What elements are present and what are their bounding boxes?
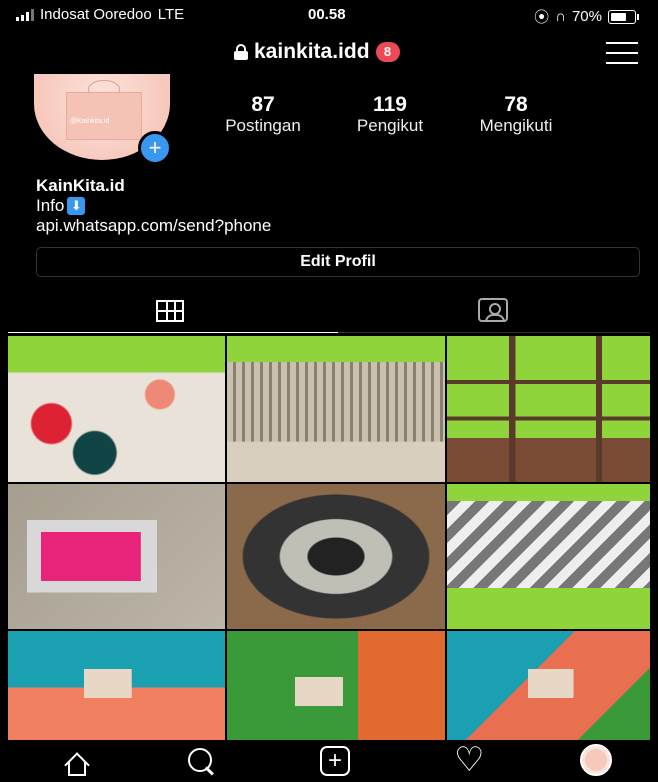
edit-profile-button[interactable]: Edit Profil: [36, 247, 640, 277]
nav-home[interactable]: [54, 744, 98, 778]
network-type: LTE: [157, 6, 185, 23]
stat-followers-label: Pengikut: [356, 116, 424, 135]
gift-box-graphic: [66, 92, 142, 140]
carrier-info: Indosat Ooredoo LTE: [16, 6, 184, 23]
stat-following[interactable]: 78 Mengikuti: [462, 94, 570, 136]
stat-posts-label: Postingan: [225, 116, 301, 135]
post-thumbnail[interactable]: [227, 336, 445, 482]
bio: KainKita.id Info ⬇ api.whatsapp.com/send…: [36, 176, 271, 236]
down-arrow-icon: ⬇: [67, 197, 86, 215]
bio-info-text: Info: [36, 196, 65, 215]
status-bar: Indosat Ooredoo LTE 00.58 ⦿ ∩ 70%: [8, 0, 650, 30]
headphones-icon: ∩: [555, 8, 566, 25]
profile-icon[interactable]: [576, 744, 620, 778]
avatar[interactable]: @Kainkita.id +: [34, 74, 174, 165]
post-thumbnail[interactable]: [447, 631, 650, 740]
stat-posts[interactable]: 87 Postingan: [210, 94, 316, 136]
post-thumbnail[interactable]: [8, 484, 225, 629]
rotation-lock-icon: ⦿: [534, 9, 550, 26]
stat-following-label: Mengikuti: [479, 116, 553, 135]
heart-icon[interactable]: [448, 740, 492, 780]
post-thumbnail[interactable]: [8, 336, 225, 482]
stat-posts-count: 87: [251, 93, 275, 116]
battery-percent: 70%: [571, 8, 602, 25]
bottom-nav: [8, 740, 650, 782]
bio-link[interactable]: api.whatsapp.com/send?phone: [36, 216, 271, 236]
profile-header: kainkita.idd 8: [8, 38, 650, 70]
stat-followers-count: 119: [373, 93, 407, 116]
username: kainkita.idd: [254, 40, 370, 63]
post-thumbnail[interactable]: [227, 631, 445, 740]
display-name: KainKita.id: [36, 176, 125, 195]
add-story-plus-icon[interactable]: +: [138, 131, 172, 165]
notification-badge: 8: [375, 42, 400, 62]
grid-icon: [156, 300, 184, 322]
hamburger-menu-icon[interactable]: [606, 42, 638, 64]
post-thumbnail[interactable]: [227, 484, 445, 629]
account-switcher[interactable]: kainkita.idd 8: [234, 40, 400, 64]
app-screen: Indosat Ooredoo LTE 00.58 ⦿ ∩ 70% kainki…: [8, 0, 650, 782]
search-icon[interactable]: [180, 744, 224, 778]
stat-followers[interactable]: 119 Pengikut: [340, 94, 440, 136]
clock: 00.58: [308, 6, 346, 23]
posts-grid: [8, 336, 650, 740]
post-thumbnail[interactable]: [8, 631, 225, 740]
carrier-name: Indosat Ooredoo: [40, 6, 152, 23]
status-right: ⦿ ∩ 70%: [534, 6, 639, 27]
tagged-icon: [478, 298, 508, 322]
stat-following-count: 78: [504, 93, 528, 116]
bio-info: Info ⬇: [36, 196, 271, 216]
add-icon[interactable]: [312, 744, 356, 778]
lock-icon: [234, 44, 248, 60]
home-icon: [64, 752, 90, 776]
avatar-brand-text: @Kainkita.id: [70, 118, 110, 125]
tab-grid[interactable]: [8, 294, 338, 333]
post-thumbnail[interactable]: [447, 484, 650, 629]
post-thumbnail[interactable]: [447, 336, 650, 482]
battery-icon: [608, 9, 639, 24]
signal-icon: [16, 8, 34, 21]
tab-tagged[interactable]: [338, 294, 650, 333]
